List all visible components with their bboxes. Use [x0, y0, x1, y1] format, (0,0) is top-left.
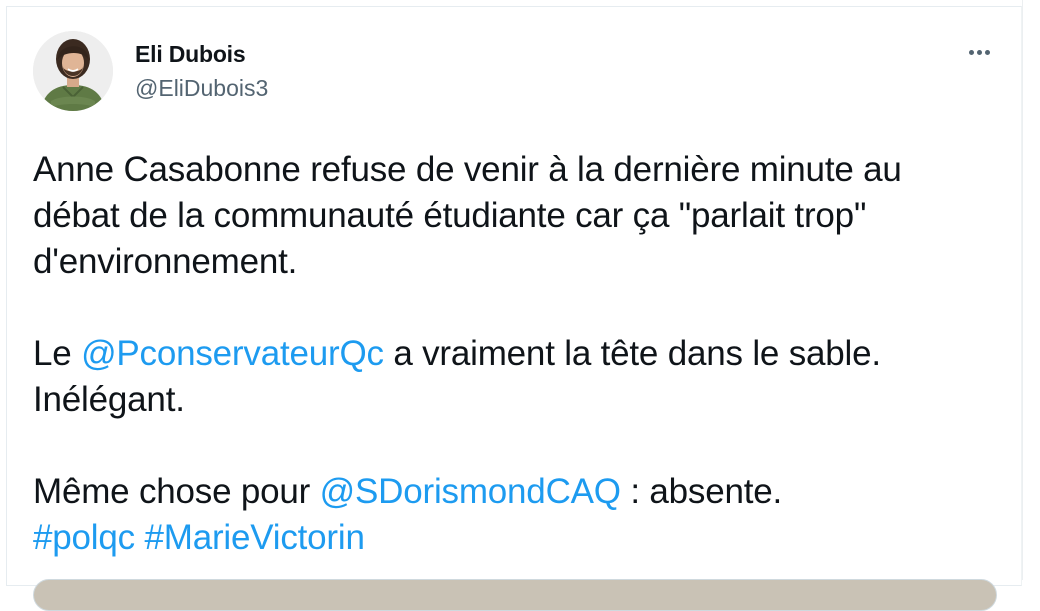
tweet-paragraph-1: Anne Casabonne refuse de venir à la dern…: [33, 150, 902, 281]
avatar[interactable]: [33, 31, 113, 111]
tweet-media-image[interactable]: [33, 579, 997, 611]
tweet-text: Anne Casabonne refuse de venir à la dern…: [33, 147, 993, 561]
tweet-paragraph-3: Même chose pour @SDorismondCAQ : absente…: [33, 472, 783, 557]
more-horizontal-icon: [969, 50, 974, 55]
avatar-photo: [33, 31, 113, 111]
author-handle[interactable]: @EliDubois3: [135, 75, 268, 102]
hashtag-marievictorin[interactable]: #MarieVictorin: [144, 518, 364, 557]
more-options-button[interactable]: [959, 37, 997, 67]
hashtag-polqc[interactable]: #polqc: [33, 518, 135, 557]
tweet-paragraph-2: Le @PconservateurQc a vraiment la tête d…: [33, 334, 881, 419]
page-edge: [1022, 0, 1040, 580]
tweet-card[interactable]: Eli Dubois @EliDubois3 Anne Casabonne re…: [6, 6, 1022, 611]
author-display-name[interactable]: Eli Dubois: [135, 41, 246, 68]
mention-pconservateurqc[interactable]: @PconservateurQc: [81, 334, 384, 373]
mention-sdorismondcaq[interactable]: @SDorismondCAQ: [320, 472, 621, 511]
